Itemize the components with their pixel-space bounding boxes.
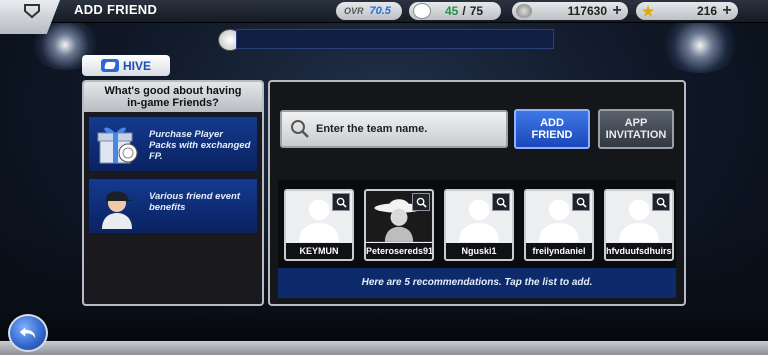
benefit-text: Purchase Player Packs with exchanged FP. bbox=[149, 129, 251, 162]
friends-max: 75 bbox=[469, 4, 484, 18]
home-plate-icon bbox=[24, 4, 40, 19]
team-name-search-input[interactable]: Enter the team name. bbox=[280, 110, 508, 148]
recommendation-card[interactable]: hfvduufsdhuirsf bbox=[604, 189, 674, 261]
search-placeholder: Enter the team name. bbox=[316, 123, 428, 135]
ovr-badge: OVR 70.5 bbox=[336, 2, 402, 20]
page-title: ADD FRIEND bbox=[74, 2, 158, 17]
app-invitation-label-line2: INVITATION bbox=[605, 129, 667, 141]
add-fp-button[interactable]: + bbox=[610, 3, 624, 19]
magnify-icon[interactable] bbox=[492, 193, 510, 211]
info-title-line2: in-game Friends? bbox=[127, 97, 219, 109]
recommendation-name: Peterosereds91 bbox=[366, 243, 432, 259]
bottom-bar bbox=[0, 341, 768, 355]
recommendation-card[interactable]: Nguski1 bbox=[444, 189, 514, 261]
gold-amount: 216 bbox=[696, 4, 717, 18]
tab-hive[interactable]: HIVE bbox=[82, 55, 170, 76]
benefit-item: Various friend event benefits bbox=[88, 178, 258, 234]
baseball-icon bbox=[413, 3, 431, 19]
back-button[interactable] bbox=[8, 314, 48, 352]
tab-hive-label: HIVE bbox=[122, 58, 151, 73]
magnify-icon[interactable] bbox=[412, 193, 430, 211]
add-gold-button[interactable]: + bbox=[720, 3, 734, 19]
benefit-item: Purchase Player Packs with exchanged FP. bbox=[88, 116, 258, 172]
fp-coin-icon bbox=[516, 4, 532, 18]
recommendation-name: hfvduufsdhuirsf bbox=[606, 243, 672, 259]
friends-info-panel: What's good about having in-game Friends… bbox=[82, 80, 264, 306]
player-portrait-icon bbox=[102, 191, 132, 229]
friends-separator: / bbox=[462, 4, 466, 18]
recommendation-note: Here are 5 recommendations. Tap the list… bbox=[278, 268, 676, 298]
team-name-strip bbox=[236, 29, 554, 49]
recommendation-card[interactable]: KEYMUN bbox=[284, 189, 354, 261]
gift-box-icon bbox=[97, 127, 138, 164]
fp-amount: 117630 bbox=[567, 4, 607, 18]
app-invitation-label-line1: APP bbox=[624, 117, 648, 129]
recommendation-name: KEYMUN bbox=[286, 243, 352, 259]
back-arrow-icon bbox=[19, 327, 36, 339]
magnify-icon[interactable] bbox=[332, 193, 350, 211]
magnify-icon[interactable] bbox=[572, 193, 590, 211]
info-panel-title: What's good about having in-game Friends… bbox=[84, 82, 262, 112]
gold-currency: ★ 216 + bbox=[636, 2, 738, 20]
add-friend-button[interactable]: ADD FRIEND bbox=[514, 109, 590, 149]
recommendation-card[interactable]: Peterosereds91 bbox=[364, 189, 434, 261]
add-friend-label-line1: ADD bbox=[540, 117, 564, 129]
recommendation-card[interactable]: freilyndaniel bbox=[524, 189, 594, 261]
benefit-text: Various friend event benefits bbox=[149, 191, 240, 213]
add-friend-panel: Enter the team name. ADD FRIEND APP INVI… bbox=[268, 80, 686, 306]
app-invitation-button[interactable]: APP INVITATION bbox=[598, 109, 674, 149]
star-icon: ★ bbox=[641, 2, 655, 19]
hive-logo-icon bbox=[100, 59, 119, 72]
recommendation-name: Nguski1 bbox=[446, 243, 512, 259]
fp-currency: 117630 + bbox=[512, 2, 628, 20]
ovr-label: OVR bbox=[344, 6, 364, 16]
recommendation-name: freilyndaniel bbox=[526, 243, 592, 259]
info-title-line1: What's good about having bbox=[104, 85, 242, 97]
friend-count-badge: 45 / 75 bbox=[409, 2, 501, 20]
recommendation-list: KEYMUN Peterosereds91 Nguski1 freilyndan… bbox=[278, 180, 676, 298]
stadium-light-right bbox=[660, 18, 740, 73]
ovr-value: 70.5 bbox=[369, 5, 391, 17]
search-icon bbox=[291, 120, 309, 138]
magnify-icon[interactable] bbox=[652, 193, 670, 211]
add-friend-label-line2: FRIEND bbox=[531, 129, 573, 141]
friends-current: 45 bbox=[445, 4, 459, 18]
